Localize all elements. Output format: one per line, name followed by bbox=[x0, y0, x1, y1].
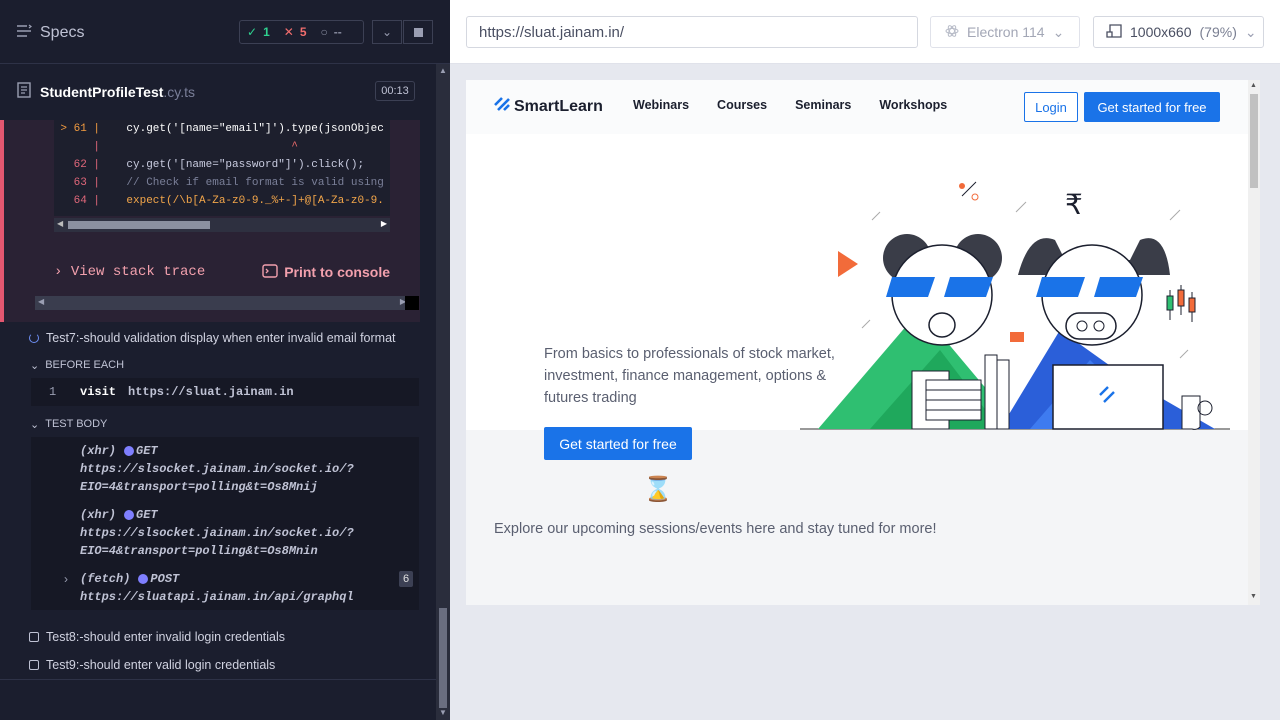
viewport-icon bbox=[1106, 23, 1122, 41]
scroll-down-icon[interactable]: ▼ bbox=[1250, 593, 1257, 600]
error-block: > 61 | cy.get('[name="email"]').type(jso… bbox=[0, 120, 420, 322]
pending-icon bbox=[29, 632, 39, 642]
test-body-label[interactable]: ⌄ TEST BODY bbox=[30, 416, 107, 432]
specs-label: Specs bbox=[40, 24, 85, 41]
scrollbar-thumb[interactable] bbox=[68, 221, 210, 229]
code-frame: > 61 | cy.get('[name="email"]').type(jso… bbox=[54, 120, 390, 216]
before-each-commands: 1 visit https://sluat.jainam.in bbox=[31, 378, 419, 406]
reporter-scroll-area[interactable]: > 61 | cy.get('[name="email"]').type(jso… bbox=[0, 120, 436, 680]
dropdown-button[interactable]: ⌄ bbox=[372, 20, 402, 44]
code-scrollbar[interactable]: ◀ ▶ bbox=[54, 218, 390, 232]
app-iframe: SmartLearn Webinars Courses Seminars Wor… bbox=[466, 80, 1260, 605]
site-logo[interactable]: SmartLearn bbox=[494, 97, 603, 116]
duration-timer: 00:13 bbox=[375, 81, 415, 101]
code-line: > 61 | cy.get('[name="email"]').type(jso… bbox=[60, 123, 384, 135]
chevron-down-icon: ⌄ bbox=[30, 359, 40, 372]
status-dot-icon bbox=[138, 573, 149, 584]
test-stats: ✓ 1 ✕ 5 ○ -- bbox=[239, 20, 364, 44]
browser-selector[interactable]: Electron 114 ⌄ bbox=[930, 16, 1080, 48]
status-dot-icon bbox=[124, 445, 135, 456]
logo-icon bbox=[494, 97, 510, 116]
xhr-request-2[interactable]: (xhr) GET https://slsocket.jainam.in/sock… bbox=[80, 506, 400, 560]
terminal-icon bbox=[262, 263, 278, 281]
command-row[interactable]: 1 visit https://sluat.jainam.in bbox=[31, 383, 419, 401]
site-navbar: SmartLearn Webinars Courses Seminars Wor… bbox=[466, 80, 1248, 134]
spec-name: StudentProfileTest bbox=[40, 84, 164, 100]
reporter-scrollbar[interactable]: ▲ ▼ bbox=[436, 64, 450, 720]
hero-description: From basics to professionals of stock ma… bbox=[544, 346, 835, 406]
xhr-request-1[interactable]: (xhr) GET https://slsocket.jainam.in/sock… bbox=[80, 442, 400, 496]
rupee-icon: ₹ bbox=[1065, 188, 1083, 221]
view-stack-trace-link[interactable]: › View stack trace bbox=[54, 264, 205, 280]
nav-workshops[interactable]: Workshops bbox=[879, 98, 947, 112]
code-line: 64 | expect(/\b[A-Za-z0-9._%+-]+@[A-Za-z… bbox=[73, 195, 384, 207]
login-button[interactable]: Login bbox=[1024, 92, 1078, 122]
get-started-hero-button[interactable]: Get started for free bbox=[544, 427, 692, 460]
code-line: 62 | cy.get('[name="password"]').click()… bbox=[73, 159, 365, 171]
file-icon bbox=[17, 81, 31, 103]
print-to-console-button[interactable]: Print to console bbox=[262, 263, 390, 281]
command-message: https://sluat.jainam.in bbox=[128, 385, 294, 399]
stop-button[interactable] bbox=[403, 20, 433, 44]
pending-icon bbox=[29, 660, 39, 670]
request-count-badge: 6 bbox=[399, 571, 413, 587]
scroll-down-icon[interactable]: ▼ bbox=[439, 708, 447, 717]
test-item-test8[interactable]: Test8:-should enter invalid login creden… bbox=[29, 626, 419, 648]
before-each-label[interactable]: ⌄ BEFORE EACH bbox=[30, 357, 124, 373]
nav-seminars[interactable]: Seminars bbox=[795, 98, 851, 112]
hourglass-icon: ⌛ bbox=[643, 476, 673, 503]
error-scrollbar[interactable]: ◀ ▶ bbox=[35, 296, 409, 310]
spec-title: StudentProfileTest .cy.ts bbox=[0, 77, 420, 107]
chevron-right-icon[interactable]: › bbox=[64, 572, 68, 586]
fetch-request[interactable]: (fetch) POST https://sluatapi.jainam.in/a… bbox=[80, 570, 400, 606]
menu-icon bbox=[16, 24, 32, 43]
chevron-down-icon: ⌄ bbox=[1244, 23, 1257, 40]
reporter-panel: Specs ✓ 1 ✕ 5 ○ -- ⌄ StudentProfileTest … bbox=[0, 0, 450, 720]
iframe-scrollbar[interactable]: ▲ ▼ bbox=[1248, 80, 1260, 605]
nav-webinars[interactable]: Webinars bbox=[633, 98, 689, 112]
specs-button[interactable]: Specs bbox=[16, 20, 84, 46]
scroll-up-icon[interactable]: ▲ bbox=[1250, 82, 1257, 89]
nav-courses[interactable]: Courses bbox=[717, 98, 767, 112]
aut-header: https://sluat.jainam.in/ Electron 114 ⌄ … bbox=[450, 0, 1280, 64]
viewport-selector[interactable]: 1000x660 (79%) ⌄ bbox=[1093, 16, 1264, 48]
code-line: 63 | // Check if email format is valid u… bbox=[73, 177, 384, 189]
reporter-header: Specs ✓ 1 ✕ 5 ○ -- ⌄ bbox=[0, 0, 450, 64]
chevron-down-icon: ⌄ bbox=[381, 25, 393, 39]
scroll-up-icon[interactable]: ▲ bbox=[439, 66, 447, 75]
aut-panel: https://sluat.jainam.in/ Electron 114 ⌄ … bbox=[450, 0, 1280, 720]
electron-icon bbox=[945, 24, 959, 41]
pending-count: ○ -- bbox=[320, 25, 342, 39]
nav-links: Webinars Courses Seminars Workshops bbox=[633, 98, 947, 112]
chevron-down-icon: ⌄ bbox=[30, 418, 40, 431]
scroll-left-icon[interactable]: ◀ bbox=[38, 297, 44, 306]
error-actions: › View stack trace Print to console bbox=[54, 260, 390, 284]
status-dot-icon bbox=[124, 509, 135, 520]
spec-extension: .cy.ts bbox=[163, 84, 196, 100]
scroll-left-icon[interactable]: ◀ bbox=[57, 219, 63, 228]
code-line: | ^ bbox=[60, 141, 299, 153]
get-started-nav-button[interactable]: Get started for free bbox=[1084, 92, 1220, 122]
scroll-right-icon[interactable]: ▶ bbox=[381, 219, 387, 228]
divider bbox=[0, 679, 436, 680]
stop-icon bbox=[413, 27, 423, 37]
test-item-test7[interactable]: Test7:-should validation display when en… bbox=[29, 327, 419, 349]
test-item-test9[interactable]: Test9:-should enter valid login credenti… bbox=[29, 654, 419, 676]
command-number: 1 bbox=[49, 385, 57, 399]
scrollbar-thumb[interactable] bbox=[1250, 94, 1258, 188]
url-bar[interactable]: https://sluat.jainam.in/ bbox=[466, 16, 918, 48]
running-icon bbox=[29, 333, 39, 343]
chevron-down-icon: ⌄ bbox=[1052, 23, 1065, 40]
scrollbar-thumb[interactable] bbox=[439, 608, 447, 708]
passed-count: ✓ 1 bbox=[247, 25, 270, 39]
command-name: visit bbox=[80, 385, 117, 399]
explore-text: Explore our upcoming sessions/events her… bbox=[494, 521, 937, 537]
failed-count: ✕ 5 bbox=[283, 25, 307, 39]
scroll-corner bbox=[405, 296, 419, 310]
